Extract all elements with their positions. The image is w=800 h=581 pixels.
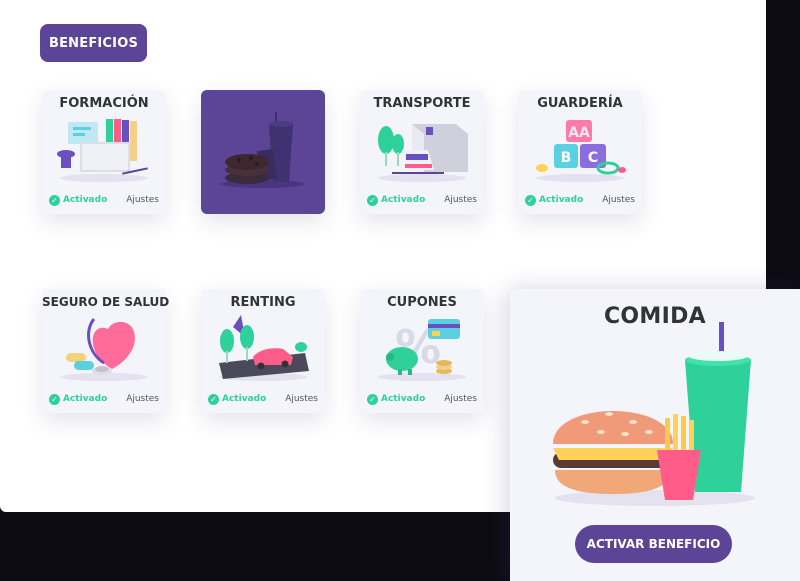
check-circle-icon: ✓ [49, 393, 60, 405]
train-icon [378, 124, 468, 182]
benefit-card-formacion[interactable]: FORMACIÓN ✓ Activado Ajustes [42, 90, 166, 214]
settings-link[interactable]: Ajustes [602, 195, 635, 205]
status-label: Activado [381, 394, 426, 404]
cookie-cup-icon [221, 112, 305, 188]
check-circle-icon: ✓ [367, 194, 378, 206]
card-title: SEGURO DE SALUD [42, 295, 170, 309]
svg-text:B: B [561, 150, 572, 166]
benefit-card-seguro-de-salud[interactable]: SEGURO DE SALUD ✓ Activado Ajustes [42, 289, 170, 413]
check-circle-icon: ✓ [208, 393, 219, 405]
status-label: Activado [63, 394, 108, 404]
benefits-tag: BENEFICIOS [40, 24, 147, 62]
card-title: RENTING [230, 295, 296, 310]
books-icon [57, 119, 148, 182]
settings-link[interactable]: Ajustes [444, 394, 477, 404]
svg-text:C: C [588, 150, 598, 166]
check-circle-icon: ✓ [367, 393, 378, 405]
card-title: TRANSPORTE [373, 96, 471, 111]
status-label: Activado [63, 195, 108, 205]
benefit-detail-card: COMIDA ACTIVAR BENEFICIO [510, 289, 800, 581]
benefit-card-renting[interactable]: RENTING ✓ Activado Ajustes [201, 289, 325, 413]
toy-blocks-icon: AA B C [536, 120, 626, 182]
benefit-card-transporte[interactable]: TRANSPORTE ✓ Activado Ajustes [360, 90, 484, 214]
status-label: Activado [381, 195, 426, 205]
benefit-card-guarderia[interactable]: GUARDERÍA AA B C ✓ Activado Ajustes [518, 90, 642, 214]
settings-link[interactable]: Ajustes [126, 195, 159, 205]
piggy-bank-icon: % [378, 319, 466, 381]
svg-text:AA: AA [568, 125, 590, 141]
heart-stethoscope-icon [60, 318, 148, 381]
car-icon [219, 315, 309, 381]
check-circle-icon: ✓ [49, 194, 60, 206]
status-label: Activado [539, 195, 584, 205]
card-title: CUPONES [387, 295, 457, 310]
settings-link[interactable]: Ajustes [285, 394, 318, 404]
card-title: FORMACIÓN [59, 96, 149, 111]
benefit-card-cupones[interactable]: CUPONES % ✓ Activado Ajustes [360, 289, 484, 413]
check-circle-icon: ✓ [525, 194, 536, 206]
settings-link[interactable]: Ajustes [126, 394, 159, 404]
status-label: Activado [222, 394, 267, 404]
burger-drink-icon [553, 322, 755, 506]
settings-link[interactable]: Ajustes [444, 195, 477, 205]
activate-benefit-button[interactable]: ACTIVAR BENEFICIO [575, 525, 732, 563]
benefit-card-selected[interactable] [201, 90, 325, 214]
card-title: GUARDERÍA [537, 96, 623, 111]
